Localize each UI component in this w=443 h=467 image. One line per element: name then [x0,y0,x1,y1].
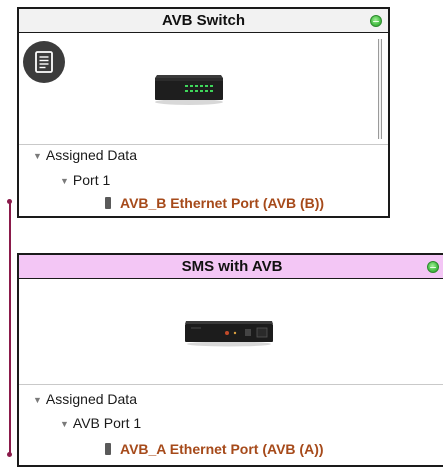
disclosure-triangle-icon[interactable]: ▼ [60,419,69,429]
tree-label: Assigned Data [45,391,137,407]
ethernet-port-icon [105,443,111,455]
node-title: AVB Switch [161,12,246,29]
node-sms-with-avb[interactable]: SMS with AVB ▼ Assigned Data ▼ AVB Port … [17,253,443,467]
sms-device-image [183,313,275,352]
tree-label: Port 1 [72,172,111,188]
disclosure-triangle-icon[interactable]: ▼ [33,151,42,161]
connector-segment [9,201,11,456]
node-title: SMS with AVB [181,258,283,275]
node-header[interactable]: AVB Switch [19,9,388,33]
status-indicator-icon [370,14,382,27]
disclosure-triangle-icon[interactable]: ▼ [33,395,42,405]
ethernet-port-icon [105,197,111,209]
tree-row-port-item[interactable]: AVB_A Ethernet Port (AVB (A)) [105,441,324,457]
node-header[interactable]: SMS with AVB [19,255,443,279]
disclosure-triangle-icon[interactable]: ▼ [60,176,69,186]
device-image-area [19,33,388,145]
tree-row-port-item[interactable]: AVB_B Ethernet Port (AVB (B)) [105,195,324,211]
avb-switch-device-image [151,65,227,110]
tree-label: AVB Port 1 [72,415,142,431]
status-indicator-icon [427,260,439,273]
connector-start-dot [7,199,12,204]
port-item-label: AVB_A Ethernet Port (AVB (A)) [120,441,324,457]
node-avb-switch[interactable]: AVB Switch ▼ Assigned Data ▼ Port 1 AVB_… [17,7,390,218]
tree-row-port-group[interactable]: ▼ Port 1 [60,172,110,188]
scrollbar[interactable] [378,39,382,139]
port-item-label: AVB_B Ethernet Port (AVB (B)) [120,195,325,211]
connector-end-dot [7,452,12,457]
tree-row-assigned-data[interactable]: ▼ Assigned Data [33,147,137,163]
tree-label: Assigned Data [45,147,137,163]
tree-row-assigned-data[interactable]: ▼ Assigned Data [33,391,137,407]
tree-row-port-group[interactable]: ▼ AVB Port 1 [60,415,141,431]
device-image-area [19,279,443,385]
document-icon[interactable] [23,41,65,83]
